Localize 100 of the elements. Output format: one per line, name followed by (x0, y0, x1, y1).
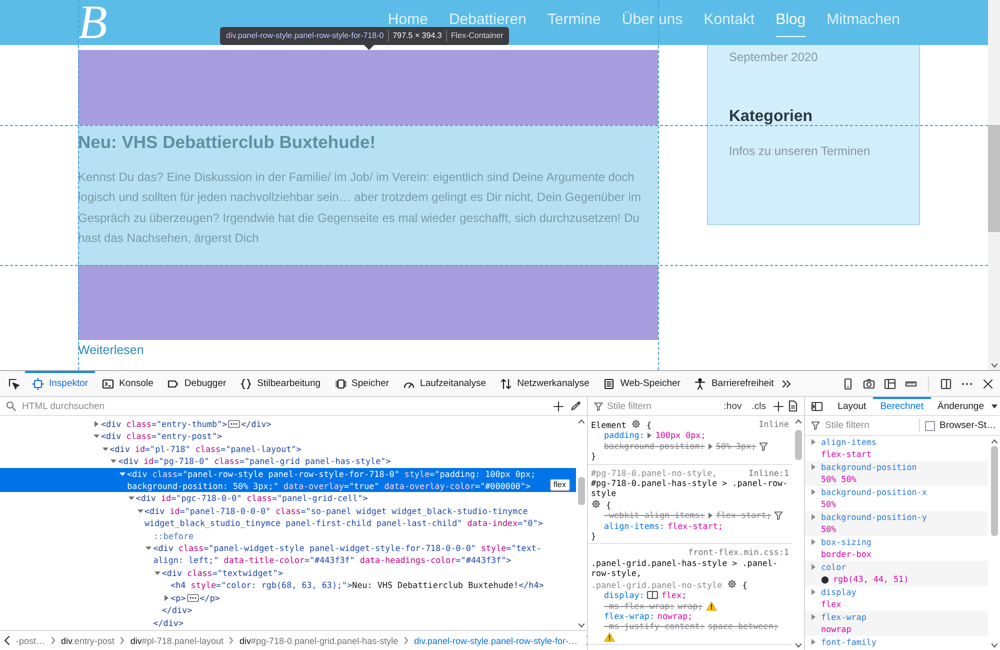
checkbox-label[interactable]: Browser-St… (940, 420, 996, 431)
triangle-icon[interactable] (811, 486, 816, 498)
search-field[interactable]: HTML durchsuchen (22, 398, 547, 414)
filter-field[interactable]: Stile filtern (825, 418, 914, 433)
css-value[interactable]: space-between; (708, 621, 778, 632)
breadcrumb-item[interactable]: div.panel-row-style.panel-row-style-for-… (412, 636, 580, 646)
triangle-icon[interactable] (811, 611, 816, 623)
checkbox[interactable] (924, 420, 935, 430)
gear-icon[interactable] (727, 578, 738, 589)
triangle-icon[interactable] (811, 536, 816, 548)
rule-source-link[interactable]: Inline:1 (748, 468, 789, 478)
filter-icon[interactable] (774, 510, 784, 520)
sidebar-tab[interactable]: Layout (830, 397, 874, 415)
devtools-tab[interactable]: Konsole (95, 370, 160, 396)
tree-row[interactable]: ::before (0, 530, 576, 542)
scrollbar[interactable] (792, 416, 804, 650)
devtools-tab[interactable]: Laufzeitanalyse (396, 370, 494, 396)
tree-row[interactable]: <h4 style="color: rgb(68, 63, 63);">Neu: VHS Debattierclub Buxtehude!</h4> (0, 579, 576, 592)
chevron-down-icon[interactable] (578, 622, 585, 628)
layout-icon[interactable] (647, 591, 658, 600)
css-value[interactable]: flex-start; (668, 520, 723, 532)
computed-row[interactable]: background-position 50% 50% (805, 461, 988, 486)
computed-row[interactable]: color rgb(43, 44, 51) (805, 561, 988, 586)
tree-row[interactable]: <div class="entry-thumb"> </div> (0, 418, 576, 430)
breadcrumb-item[interactable]: div#pl-718.panel-layout (128, 636, 226, 646)
css-property[interactable]: flex-wrap: (604, 610, 654, 622)
triangle-icon[interactable] (708, 442, 713, 450)
chevron-down-icon[interactable] (990, 362, 998, 368)
devtools-tab[interactable]: Netzwerkanalyse (493, 370, 596, 396)
tree-row[interactable]: <div class="panel-widget-style panel-widget-style-for-718-0-0-0" style="text-align: left;" data-title-color="#443f3f" data-headings-color="#443f3f"> (0, 542, 576, 567)
tree-row[interactable]: <p> </p> (0, 592, 576, 604)
camera-icon[interactable] (863, 378, 875, 390)
chevron-up-icon[interactable] (990, 438, 998, 444)
tree-row[interactable]: <div class="panel-row-style panel-row-style-for-718-0" style="padding: 100px 0px; background-position: 50% 3px;" data-overlay="true" data-overlay-color="#000000"> flex (0, 468, 576, 492)
gear-icon[interactable] (631, 419, 642, 429)
css-property[interactable]: align-items: (604, 520, 665, 532)
chevron-left-icon[interactable] (3, 635, 11, 646)
gear-icon[interactable] (591, 498, 601, 509)
computed-row[interactable]: flex-wrap nowrap (805, 611, 988, 636)
css-value[interactable]: nowrap; (657, 610, 693, 622)
ellipsis-icon[interactable] (186, 592, 199, 604)
computed-row[interactable]: background-position-y 50% (805, 511, 988, 536)
triangle-icon[interactable] (811, 636, 816, 648)
archive-link[interactable]: September 2020 (729, 49, 818, 65)
chevron-down-icon[interactable] (990, 642, 998, 648)
triangle-icon[interactable] (811, 586, 816, 598)
css-value[interactable]: flex-start; (716, 510, 772, 521)
tree-row[interactable]: <div id="panel-718-0-0-0" class="so-panel widget widget_black-studio-tinymce widget_black_studio_tinymce panel-first-child panel-last-child" data-index="0"> (0, 504, 576, 530)
breadcrumb-item[interactable]: div.entry-post (59, 636, 116, 646)
scrollbar-thumb[interactable] (988, 125, 1000, 232)
breadcrumb-item[interactable]: div#pg-718-0.panel-grid.panel-has-style (237, 636, 400, 646)
class-toggle[interactable]: .cls (748, 400, 769, 412)
panels-icon[interactable] (884, 378, 896, 390)
css-value[interactable]: wrap; (678, 600, 703, 611)
chevron-up-icon[interactable] (794, 418, 802, 424)
tree-row[interactable]: </div> (0, 616, 576, 629)
eyedropper-icon[interactable] (570, 400, 581, 412)
css-value[interactable]: 50% 3px; (716, 440, 756, 452)
devtools-tab[interactable]: Barrierefreiheit (687, 370, 781, 396)
pseudo-class-toggle[interactable]: :hov (720, 400, 745, 412)
cursor-icon[interactable] (8, 378, 20, 390)
devtools-tab[interactable]: Speicher (328, 370, 396, 396)
tree-row[interactable]: <div class="textwidget"> (0, 566, 576, 580)
tree-row[interactable]: <div class="entry-post"> (0, 430, 576, 443)
breadcrumb-item[interactable]: -post… (14, 636, 48, 646)
document-icon[interactable] (788, 400, 798, 412)
filter-icon[interactable] (759, 442, 768, 451)
rule-source-link[interactable]: front-flex.min.css:1 (688, 547, 789, 558)
disclosure-triangle-icon[interactable] (93, 418, 100, 430)
scrollbar[interactable] (988, 0, 1000, 370)
sidebar-tab[interactable]: Änderunge (930, 397, 991, 415)
filter-field[interactable]: Stile filtern (607, 398, 717, 414)
layout-badge[interactable]: flex (550, 479, 570, 492)
css-property[interactable]: -webkit-align-items: (604, 510, 705, 521)
scrollbar-thumb[interactable] (794, 430, 802, 460)
triangle-icon[interactable] (811, 461, 816, 473)
chevron-up-icon[interactable] (578, 418, 585, 424)
scrollbar-thumb[interactable] (990, 446, 998, 536)
split-view-icon[interactable] (940, 378, 952, 390)
color-swatch-icon[interactable] (821, 576, 829, 584)
triangle-icon[interactable] (811, 561, 816, 573)
caret-down-icon[interactable] (991, 404, 998, 408)
triangle-icon[interactable] (708, 512, 713, 519)
category-link[interactable]: Infos zu unseren Terminen (729, 143, 870, 159)
triangle-icon[interactable] (811, 511, 816, 523)
ellipsis-icon[interactable] (228, 418, 240, 430)
triangle-icon[interactable] (647, 432, 652, 440)
rule-source-link[interactable]: Inline (758, 419, 789, 430)
plus-icon[interactable] (553, 400, 564, 412)
tree-row[interactable]: <div id="pg-718-0" class="panel-grid panel-has-style"> (0, 455, 576, 468)
css-property[interactable]: background-position: (604, 440, 705, 452)
close-icon[interactable] (982, 378, 994, 390)
plus-icon[interactable] (773, 400, 784, 412)
triangle-icon[interactable] (811, 436, 816, 448)
devtools-tab[interactable]: Stilbearbeitung (233, 370, 328, 396)
tree-row[interactable]: <div id="pgc-718-0-0" class="panel-grid-cell"> (0, 492, 576, 505)
scrollbar-thumb[interactable] (578, 477, 585, 505)
devtools-tab[interactable]: Web-Speicher (596, 370, 688, 396)
css-value[interactable]: 100px 0px; (655, 430, 706, 441)
tree-row[interactable]: <div id="pl-718" class="panel-layout"> (0, 442, 576, 456)
